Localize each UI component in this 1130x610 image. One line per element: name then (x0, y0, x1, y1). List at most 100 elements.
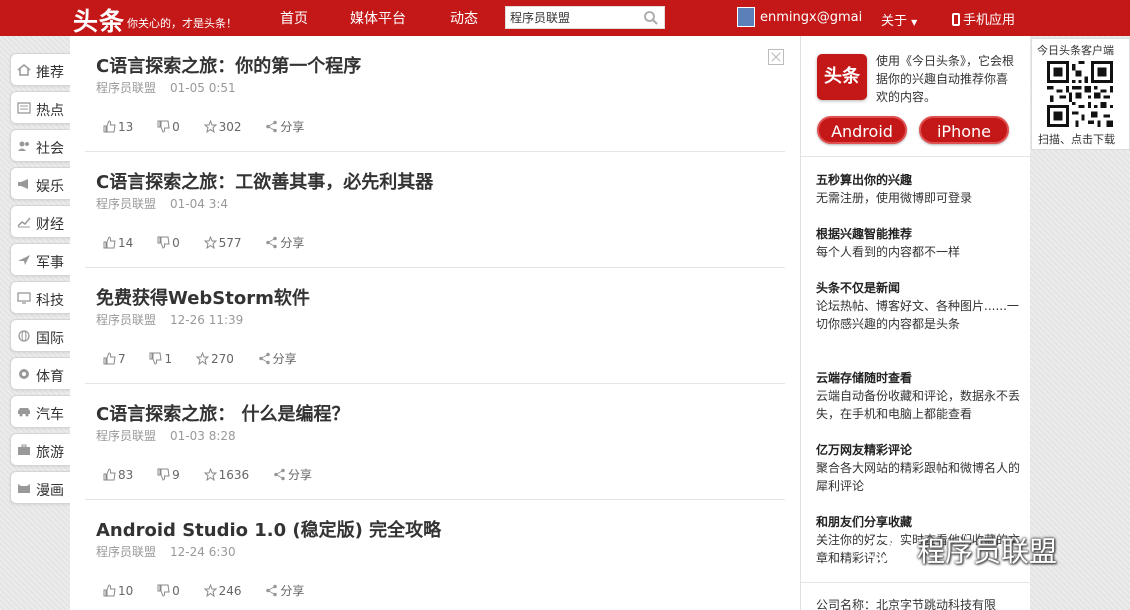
share-button[interactable]: 分享 (265, 582, 304, 599)
sidebar-item-tech[interactable]: 科技 (10, 281, 70, 314)
article-time: 01-05 0:51 (170, 81, 236, 95)
home-icon (17, 64, 31, 76)
people-icon (18, 141, 29, 151)
site-logo[interactable]: 头条 (73, 2, 125, 38)
like-button[interactable]: 13 (103, 120, 133, 134)
iphone-download-button[interactable]: iPhone (919, 116, 1009, 144)
dislike-count: 9 (172, 468, 180, 482)
dislike-button[interactable]: 9 (157, 468, 180, 482)
favorite-count: 270 (210, 352, 234, 366)
article-source[interactable]: 程序员联盟 (96, 81, 156, 95)
megaphone-icon (18, 179, 28, 189)
about-menu[interactable]: 关于 ▼ (881, 10, 917, 29)
like-button[interactable]: 83 (103, 468, 133, 482)
article-source[interactable]: 程序员联盟 (96, 313, 156, 327)
nav-media-platform[interactable]: 媒体平台 (350, 8, 406, 28)
cat-face-icon (18, 484, 30, 493)
article-title[interactable]: C语言探索之旅： 什么是编程？ (96, 400, 349, 426)
sidebar-item-finance[interactable]: 财经 (10, 205, 70, 238)
share-button[interactable]: 分享 (265, 118, 304, 135)
share-icon (266, 236, 278, 249)
ball-icon (19, 369, 29, 379)
search-input[interactable] (506, 7, 641, 28)
article-actions: 83 9 1636 分享 (103, 466, 332, 483)
nav-home[interactable]: 首页 (280, 8, 308, 28)
star-icon (203, 584, 217, 597)
like-button[interactable]: 7 (103, 352, 126, 366)
feature-title: 云端存储随时查看 (816, 371, 913, 385)
user-name[interactable]: enmingx@gmail (760, 10, 863, 25)
article-title[interactable]: Android Studio 1.0 (稳定版) 完全攻略 (96, 516, 441, 542)
favorite-button[interactable]: 577 (203, 236, 242, 250)
thumbs-up-icon (103, 584, 116, 597)
caret-down-icon: ▼ (911, 18, 918, 27)
sidebar-item-military[interactable]: 军事 (10, 243, 70, 276)
share-button[interactable]: 分享 (273, 466, 312, 483)
like-count: 14 (118, 236, 134, 250)
article-source[interactable]: 程序员联盟 (96, 197, 156, 211)
qr-download-panel[interactable]: 今日头条客户端 扫描、点击下载 (1031, 38, 1130, 150)
favorite-button[interactable]: 1636 (203, 468, 249, 482)
suitcase-icon (18, 444, 30, 455)
article-title[interactable]: C语言探索之旅：你的第一个程序 (96, 52, 361, 78)
feature-description: 聚合各大网站的精彩跟帖和微博名人的犀利评论 (816, 461, 1021, 493)
article-title[interactable]: 免费获得WebStorm软件 (96, 284, 310, 310)
dislike-button[interactable]: 0 (157, 236, 180, 250)
qr-caption: 扫描、点击下载 (1038, 133, 1115, 146)
dislike-button[interactable]: 1 (149, 352, 172, 366)
sidebar-item-auto[interactable]: 汽车 (10, 395, 70, 428)
divider (801, 156, 1031, 157)
article-source[interactable]: 程序员联盟 (96, 545, 156, 559)
sidebar-item-hot[interactable]: 热点 (10, 91, 70, 124)
share-icon (266, 120, 278, 133)
nav-news-feed[interactable]: 动态 (450, 8, 478, 28)
thumbs-down-icon (157, 236, 170, 249)
sidebar-item-travel[interactable]: 旅游 (10, 433, 70, 466)
favorite-button[interactable]: 246 (203, 584, 241, 598)
like-count: 7 (118, 352, 126, 366)
thumbs-up-icon (103, 352, 116, 365)
feature-description: 无需注册，使用微博即可登录 (816, 191, 973, 205)
share-button[interactable]: 分享 (258, 350, 297, 367)
article-meta: 程序员联盟 01-05 0:51 (96, 79, 236, 96)
dislike-count: 1 (164, 352, 173, 366)
share-button[interactable]: 分享 (265, 234, 304, 251)
plane-icon (18, 255, 30, 265)
article-actions: 10 0 246 分享 (103, 582, 324, 599)
like-button[interactable]: 14 (103, 236, 133, 250)
app-logo: 头条 (817, 54, 867, 100)
divider (801, 582, 1031, 583)
favorite-count: 577 (218, 236, 242, 250)
thumbs-up-icon (103, 236, 116, 249)
favorite-button[interactable]: 302 (203, 120, 242, 134)
like-button[interactable]: 10 (103, 584, 133, 598)
sidebar-item-comics[interactable]: 漫画 (10, 471, 70, 504)
thumbs-down-icon (157, 120, 170, 133)
dislike-button[interactable]: 0 (157, 584, 180, 598)
avatar[interactable] (737, 7, 755, 27)
article-meta: 程序员联盟 01-04 3:4 (96, 195, 228, 212)
android-download-button[interactable]: Android (817, 116, 907, 144)
article-title[interactable]: C语言探索之旅：工欲善其事，必先利其器 (96, 168, 433, 194)
top-bar: 头条 你关心的，才是头条！ 首页 媒体平台 动态 enmingx@gmail 关… (0, 0, 1130, 36)
favorite-count: 302 (218, 120, 242, 134)
sidebar-item-label: 娱乐 (36, 179, 64, 195)
thumbs-up-icon (103, 120, 116, 133)
favorite-button[interactable]: 270 (195, 352, 234, 366)
sidebar-item-sports[interactable]: 体育 (10, 357, 70, 390)
search-icon[interactable] (643, 10, 659, 26)
sidebar-item-society[interactable]: 社会 (10, 129, 70, 162)
sidebar-item-international[interactable]: 国际 (10, 319, 70, 352)
article-time: 12-26 11:39 (170, 313, 244, 327)
sidebar-item-recommend[interactable]: 推荐 (10, 53, 70, 86)
sidebar-item-entertainment[interactable]: 娱乐 (10, 167, 70, 200)
dislike-button[interactable]: 0 (157, 120, 180, 134)
qr-code-icon[interactable] (1047, 61, 1113, 127)
article-source[interactable]: 程序员联盟 (96, 429, 156, 443)
feature-item: 头条不仅是新闻 论坛热帖、博客好文、各种图片......一切你感兴趣的内容都是头… (816, 280, 1021, 333)
article-meta: 程序员联盟 01-03 8:28 (96, 427, 236, 444)
share-icon (266, 584, 278, 597)
article-item: C语言探索之旅：工欲善其事，必先利其器 程序员联盟 01-04 3:4 14 0 … (85, 152, 785, 268)
mobile-app-link[interactable]: 手机应用 (952, 9, 1015, 28)
article-actions: 7 1 270 分享 (103, 350, 317, 367)
